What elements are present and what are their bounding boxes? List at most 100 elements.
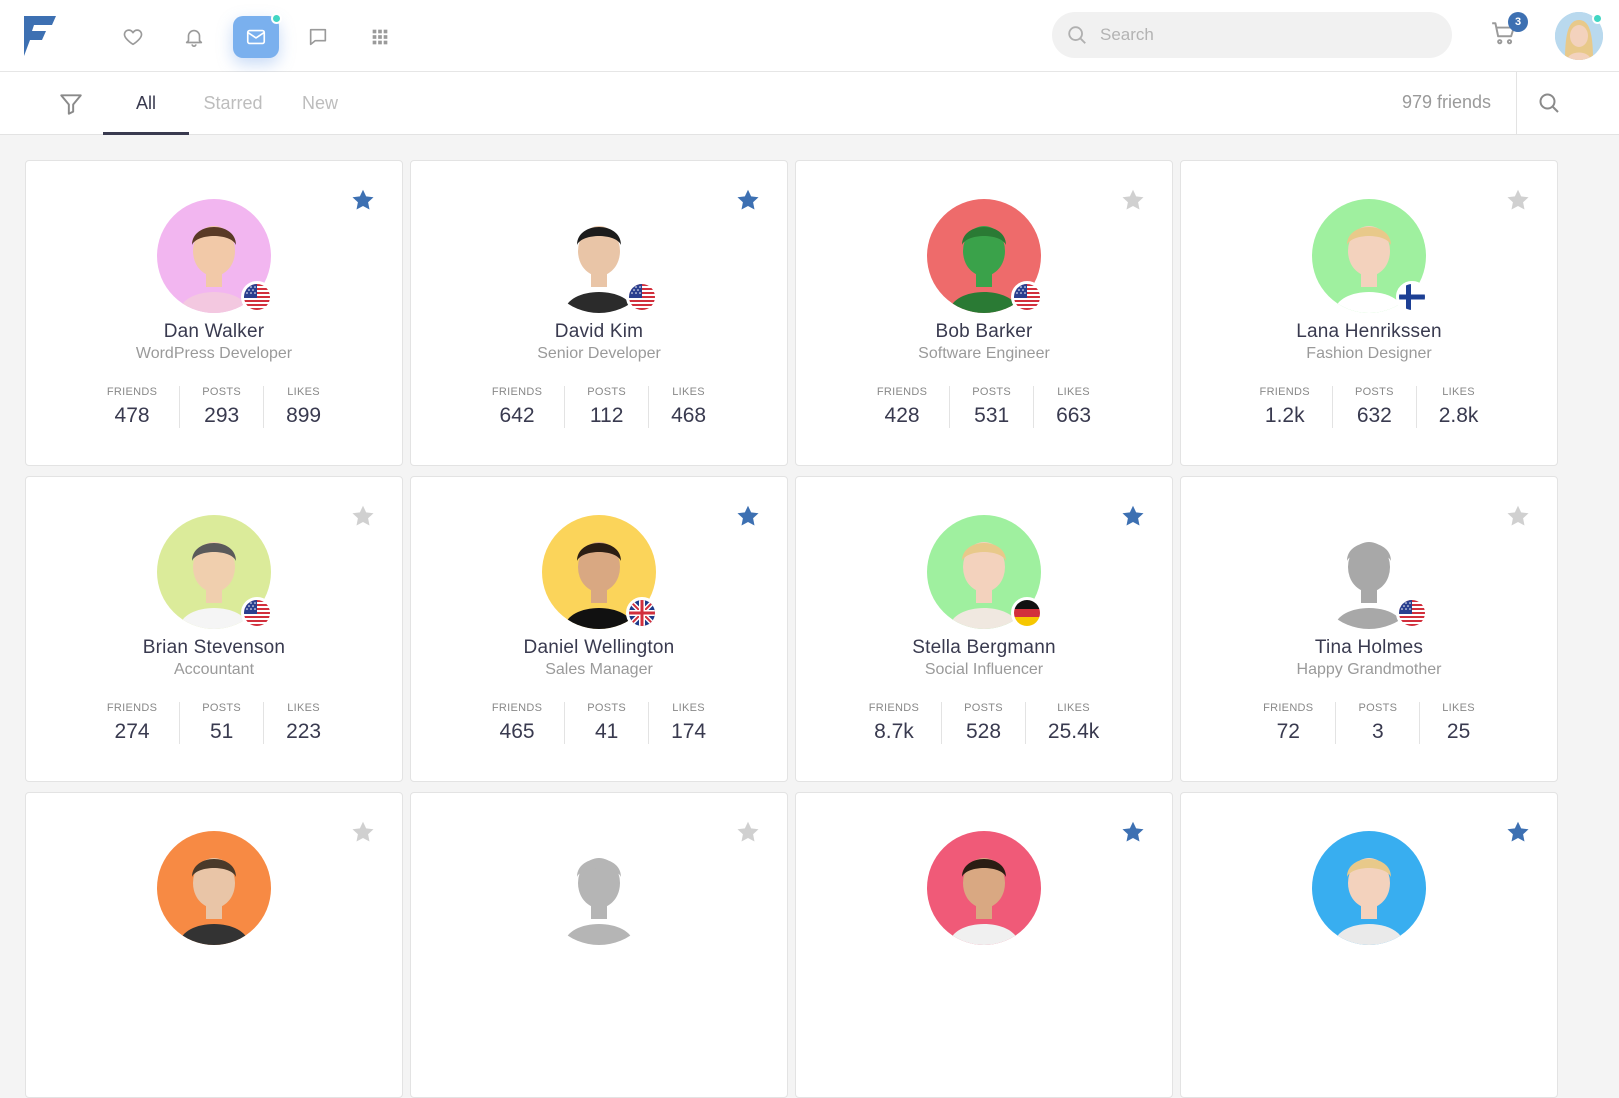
tab-starred[interactable]: Starred: [196, 72, 270, 134]
search-icon[interactable]: [1537, 91, 1561, 115]
search-bar[interactable]: [1052, 12, 1452, 58]
friend-name[interactable]: Stella Bergmann: [796, 637, 1172, 659]
stat-value: 41: [594, 720, 619, 743]
star-icon[interactable]: [1505, 187, 1531, 213]
stat-label: POSTS: [1354, 386, 1394, 398]
stat-value: 632: [1356, 404, 1392, 427]
star-icon[interactable]: [350, 819, 376, 845]
star-icon[interactable]: [1505, 819, 1531, 845]
friend-card[interactable]: Daniel Wellington Sales Manager FRIENDS 465…: [410, 476, 788, 782]
bell-icon[interactable]: [171, 16, 217, 58]
flag-icon: [241, 597, 273, 629]
friend-card[interactable]: Tina Holmes Happy Grandmother FRIENDS 72 POS…: [1180, 476, 1558, 782]
friend-name[interactable]: Tina Holmes: [1181, 637, 1557, 659]
stat-label: FRIENDS: [868, 702, 920, 714]
divider: [1516, 72, 1517, 134]
search-input[interactable]: [1100, 25, 1420, 45]
friends-subnav: All Starred New 979 friends: [0, 72, 1619, 135]
friend-card[interactable]: Bob Barker Software Engineer FRIENDS 428 POS…: [795, 160, 1173, 466]
stat-likes: LIKES 25: [1420, 702, 1497, 744]
avatar[interactable]: [157, 199, 273, 313]
avatar[interactable]: [1312, 515, 1428, 629]
avatar[interactable]: [542, 515, 658, 629]
friend-name[interactable]: Lana Henrikssen: [1181, 321, 1557, 343]
star-icon[interactable]: [1120, 503, 1146, 529]
flag-icon: [1011, 597, 1043, 629]
friends-count: 979 friends: [1401, 92, 1491, 112]
friend-card[interactable]: [410, 792, 788, 1098]
star-icon[interactable]: [1120, 187, 1146, 213]
star-icon[interactable]: [735, 819, 761, 845]
stat-friends: FRIENDS 274: [85, 702, 181, 744]
stat-label: FRIENDS: [106, 702, 158, 714]
tab-all[interactable]: All: [103, 72, 189, 135]
stat-label: POSTS: [964, 702, 1003, 714]
mail-icon[interactable]: [233, 13, 282, 58]
stat-value: 468: [671, 404, 707, 427]
friend-stats: FRIENDS 465 POSTS 41 LIKES 174: [411, 702, 787, 744]
stat-label: LIKES: [672, 386, 705, 398]
stat-friends: FRIENDS 72: [1241, 702, 1337, 744]
tab-new[interactable]: New: [292, 72, 348, 134]
avatar[interactable]: [1312, 831, 1426, 945]
stat-likes: LIKES 174: [649, 702, 728, 744]
friend-name[interactable]: Bob Barker: [796, 321, 1172, 343]
stat-label: FRIENDS: [491, 386, 543, 398]
logo[interactable]: [22, 16, 56, 56]
star-icon[interactable]: [1120, 819, 1146, 845]
friend-stats: FRIENDS 428 POSTS 531 LIKES 663: [796, 386, 1172, 428]
star-icon[interactable]: [350, 503, 376, 529]
star-icon[interactable]: [350, 187, 376, 213]
cart-button[interactable]: 3: [1490, 12, 1528, 50]
stat-likes: LIKES 25.4k: [1026, 702, 1121, 744]
stat-label: POSTS: [972, 386, 1012, 398]
stat-label: FRIENDS: [1259, 386, 1310, 398]
stat-value: 1.2k: [1264, 404, 1305, 427]
avatar[interactable]: [157, 831, 271, 945]
star-icon[interactable]: [1505, 503, 1531, 529]
stat-value: 223: [286, 720, 322, 743]
friend-card[interactable]: [25, 792, 403, 1098]
heart-icon[interactable]: [110, 16, 156, 58]
online-status-dot: [1592, 13, 1603, 24]
avatar[interactable]: [1312, 199, 1428, 313]
stat-friends: FRIENDS 478: [85, 386, 181, 428]
stat-value: 174: [671, 720, 707, 743]
friend-card[interactable]: David Kim Senior Developer FRIENDS 642 POSTS…: [410, 160, 788, 466]
friend-stats: FRIENDS 642 POSTS 112 LIKES 468: [411, 386, 787, 428]
stat-likes: LIKES 899: [264, 386, 343, 428]
friend-card[interactable]: Brian Stevenson Accountant FRIENDS 274 POSTS…: [25, 476, 403, 782]
friend-role: Happy Grandmother: [1296, 661, 1442, 678]
friend-name[interactable]: Brian Stevenson: [26, 637, 402, 659]
avatar[interactable]: [927, 831, 1041, 945]
stat-value: 51: [209, 720, 234, 743]
apps-grid-icon[interactable]: [357, 16, 403, 58]
friend-name[interactable]: Daniel Wellington: [411, 637, 787, 659]
stat-posts: POSTS 112: [565, 386, 650, 428]
stat-label: FRIENDS: [876, 386, 928, 398]
stat-value: 428: [884, 404, 920, 427]
search-icon: [1068, 26, 1086, 44]
friend-card[interactable]: Lana Henrikssen Fashion Designer FRIENDS 1.…: [1180, 160, 1558, 466]
stat-value: 478: [114, 404, 150, 427]
stat-posts: POSTS 632: [1333, 386, 1417, 428]
avatar[interactable]: [542, 199, 658, 313]
stat-label: POSTS: [587, 702, 627, 714]
stat-posts: POSTS 531: [950, 386, 1035, 428]
friend-card[interactable]: Dan Walker WordPress Developer FRIENDS 478 P…: [25, 160, 403, 466]
avatar[interactable]: [542, 831, 656, 945]
chat-icon[interactable]: [295, 16, 341, 58]
star-icon[interactable]: [735, 503, 761, 529]
friend-card[interactable]: [795, 792, 1173, 1098]
friend-name[interactable]: Dan Walker: [26, 321, 402, 343]
friend-name[interactable]: David Kim: [411, 321, 787, 343]
star-icon[interactable]: [735, 187, 761, 213]
flag-icon: [1396, 281, 1428, 313]
friend-card[interactable]: [1180, 792, 1558, 1098]
stat-friends: FRIENDS 1.2k: [1238, 386, 1333, 428]
avatar[interactable]: [157, 515, 273, 629]
friend-card[interactable]: Stella Bergmann Social Influencer FRIENDS 8…: [795, 476, 1173, 782]
filter-icon[interactable]: [58, 91, 84, 117]
avatar[interactable]: [927, 515, 1043, 629]
avatar[interactable]: [927, 199, 1043, 313]
